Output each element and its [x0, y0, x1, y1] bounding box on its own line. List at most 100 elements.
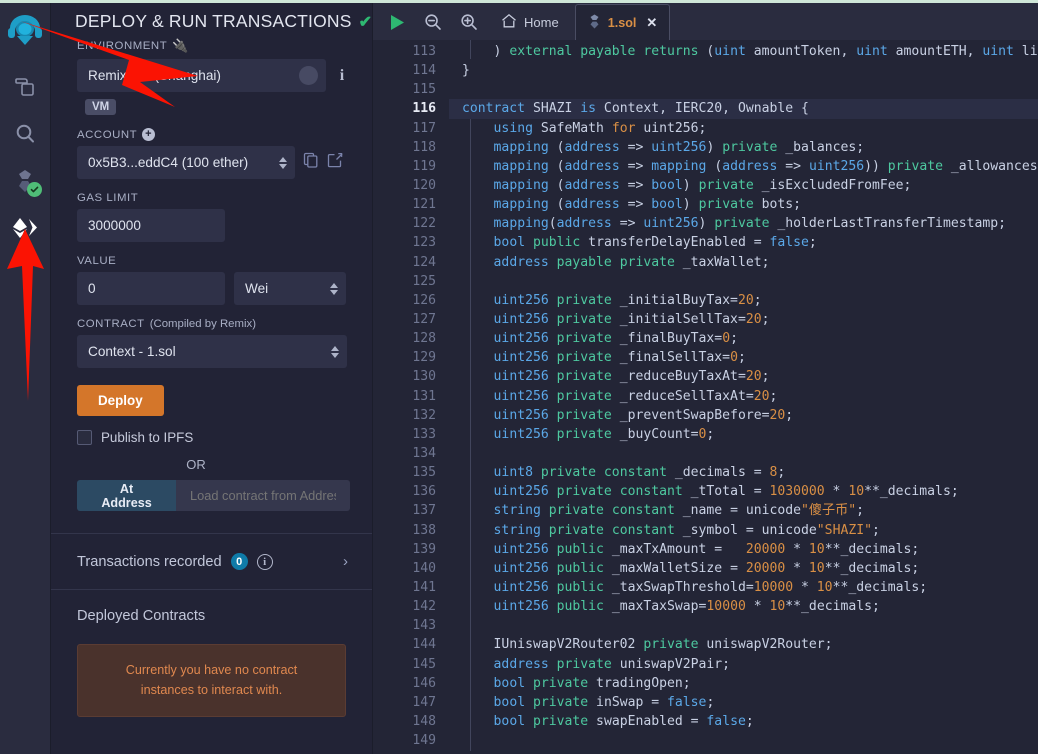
transactions-expand-chevron-icon[interactable]: ›: [343, 553, 348, 570]
code-line[interactable]: address payable private _taxWallet;: [449, 253, 1038, 272]
code-line[interactable]: string private constant _symbol = unicod…: [449, 521, 1038, 540]
code-line[interactable]: contract SHAZI is Context, IERC20, Ownab…: [449, 99, 1038, 119]
line-number: 130: [412, 369, 436, 385]
line-number: 147: [412, 694, 436, 710]
value-input[interactable]: [77, 272, 225, 305]
code-line[interactable]: mapping(address => uint256) private _hol…: [449, 214, 1038, 233]
compiler-ok-badge: [27, 182, 42, 197]
code-line[interactable]: uint256 private _reduceSellTaxAt=20;: [449, 387, 1038, 406]
code-line[interactable]: uint256 public _maxTxAmount = 20000 * 10…: [449, 540, 1038, 559]
line-number: 114: [412, 63, 436, 79]
code-line[interactable]: bool private swapEnabled = false;: [449, 712, 1038, 731]
transactions-info-icon[interactable]: i: [256, 553, 273, 570]
code-line[interactable]: uint256 private _buyCount=0;: [449, 425, 1038, 444]
tab-home[interactable]: Home: [489, 4, 571, 40]
code-line[interactable]: uint256 public _taxSwapThreshold=10000 *…: [449, 578, 1038, 597]
code-line[interactable]: bool private tradingOpen;: [449, 674, 1038, 693]
transactions-count-badge: 0: [230, 553, 248, 570]
code-line[interactable]: mapping (address => uint256) private _ba…: [449, 138, 1038, 157]
line-number: 140: [412, 560, 436, 576]
code-line[interactable]: address private uniswapV2Pair;: [449, 655, 1038, 674]
no-contracts-line-1: Currently you have no contract: [125, 663, 298, 677]
add-account-icon[interactable]: +: [142, 128, 156, 141]
code-line[interactable]: uint256 private _initialBuyTax=20;: [449, 291, 1038, 310]
line-number: 129: [412, 350, 436, 366]
line-number: 137: [412, 503, 436, 519]
code-line[interactable]: uint256 public _maxWalletSize = 20000 * …: [449, 559, 1038, 578]
no-contracts-line-2: instances to interact with.: [140, 682, 283, 697]
line-number: 119: [412, 158, 436, 174]
code-line[interactable]: bool private inSwap = false;: [449, 693, 1038, 712]
code-line[interactable]: string private constant _name = unicode"…: [449, 501, 1038, 520]
editor-area: Home 1.sol ✕ 113 114 115 116 117 118 119 120 121…: [373, 3, 1038, 754]
gas-limit-input[interactable]: [77, 209, 225, 242]
zoom-out-icon[interactable]: [417, 6, 449, 38]
code-line[interactable]: using SafeMath for uint256;: [449, 119, 1038, 138]
at-address-input[interactable]: [176, 480, 350, 511]
remix-logo-icon[interactable]: [3, 11, 47, 55]
account-select[interactable]: 0x5B3...eddC4 (100 ether): [77, 146, 295, 179]
code-line[interactable]: uint256 private _initialSellTax=20;: [449, 310, 1038, 329]
code-line[interactable]: ) external payable returns (uint amountT…: [449, 42, 1038, 61]
code-line[interactable]: uint256 private _finalSellTax=0;: [449, 348, 1038, 367]
code-line[interactable]: mapping (address => bool) private bots;: [449, 195, 1038, 214]
code-line[interactable]: [449, 80, 1038, 99]
publish-ipfs-row[interactable]: Publish to IPFS: [77, 430, 350, 445]
environment-info-icon[interactable]: i: [334, 67, 350, 85]
code-line[interactable]: mapping (address => bool) private _isExc…: [449, 176, 1038, 195]
value-unit-select[interactable]: Wei: [234, 272, 346, 305]
at-address-button[interactable]: At Address: [77, 480, 177, 511]
search-icon[interactable]: [3, 112, 47, 156]
line-number: 139: [412, 541, 436, 557]
copy-icon[interactable]: [303, 152, 319, 173]
edit-icon[interactable]: [327, 152, 343, 173]
file-explorer-icon[interactable]: [3, 65, 47, 109]
line-number: 145: [412, 656, 436, 672]
code-line[interactable]: uint8 private constant _decimals = 8;: [449, 463, 1038, 482]
line-number: 148: [412, 713, 436, 729]
editor-toolbar: Home 1.sol ✕: [373, 3, 1038, 40]
gas-limit-label: GAS LIMIT: [77, 192, 139, 204]
remix-ide-window: DEPLOY & RUN TRANSACTIONS ✔ › ENVIRONMEN…: [0, 0, 1038, 754]
code-line[interactable]: uint256 private _reduceBuyTaxAt=20;: [449, 367, 1038, 386]
indent-guide: [470, 40, 471, 59]
at-address-row: At Address: [77, 480, 350, 511]
contract-select[interactable]: Context - 1.sol: [77, 335, 347, 368]
code-line[interactable]: uint256 private _finalBuyTax=0;: [449, 329, 1038, 348]
code-editor[interactable]: 113 114 115 116 117 118 119 120 121 122 123 124 125 1…: [373, 40, 1038, 754]
code-line[interactable]: [449, 272, 1038, 291]
zoom-in-icon[interactable]: [453, 6, 485, 38]
line-number: 116: [412, 101, 436, 117]
transactions-recorded-row[interactable]: Transactions recorded 0 i ›: [51, 534, 372, 589]
code-line[interactable]: [449, 444, 1038, 463]
line-number: 142: [412, 599, 436, 615]
environment-label: ENVIRONMENT 🔌: [77, 38, 189, 53]
vm-chip: VM: [85, 99, 117, 115]
tab-1-sol[interactable]: 1.sol ✕: [574, 4, 671, 40]
solidity-compiler-icon[interactable]: [3, 159, 47, 203]
code-line[interactable]: [449, 616, 1038, 635]
line-number: 144: [412, 637, 436, 653]
line-number: 134: [412, 445, 436, 461]
code-line[interactable]: [449, 731, 1038, 750]
code-line[interactable]: mapping (address => mapping (address => …: [449, 157, 1038, 176]
line-number: 138: [412, 522, 436, 538]
code-line[interactable]: uint256 public _maxTaxSwap=10000 * 10**_…: [449, 597, 1038, 616]
publish-ipfs-checkbox[interactable]: [77, 430, 92, 445]
tab-1-sol-label: 1.sol: [607, 15, 637, 30]
code-line[interactable]: uint256 private _preventSwapBefore=20;: [449, 406, 1038, 425]
environment-select[interactable]: Remix VM (Shanghai): [77, 59, 326, 92]
icon-sidebar: [0, 3, 51, 754]
contract-label: CONTRACT (Compiled by Remix): [77, 318, 257, 330]
code-line[interactable]: uint256 private constant _tTotal = 10300…: [449, 482, 1038, 501]
play-icon[interactable]: [381, 6, 413, 38]
code-line[interactable]: }: [449, 61, 1038, 80]
deploy-run-icon[interactable]: [3, 206, 47, 250]
code-line[interactable]: bool public transferDelayEnabled = false…: [449, 233, 1038, 252]
deploy-button[interactable]: Deploy: [77, 385, 164, 416]
line-number: 149: [412, 733, 436, 749]
code-line[interactable]: IUniswapV2Router02 private uniswapV2Rout…: [449, 635, 1038, 654]
account-label: ACCOUNT +: [77, 128, 350, 141]
code-content[interactable]: ) external payable returns (uint amountT…: [449, 40, 1038, 754]
close-icon[interactable]: ✕: [646, 15, 657, 31]
